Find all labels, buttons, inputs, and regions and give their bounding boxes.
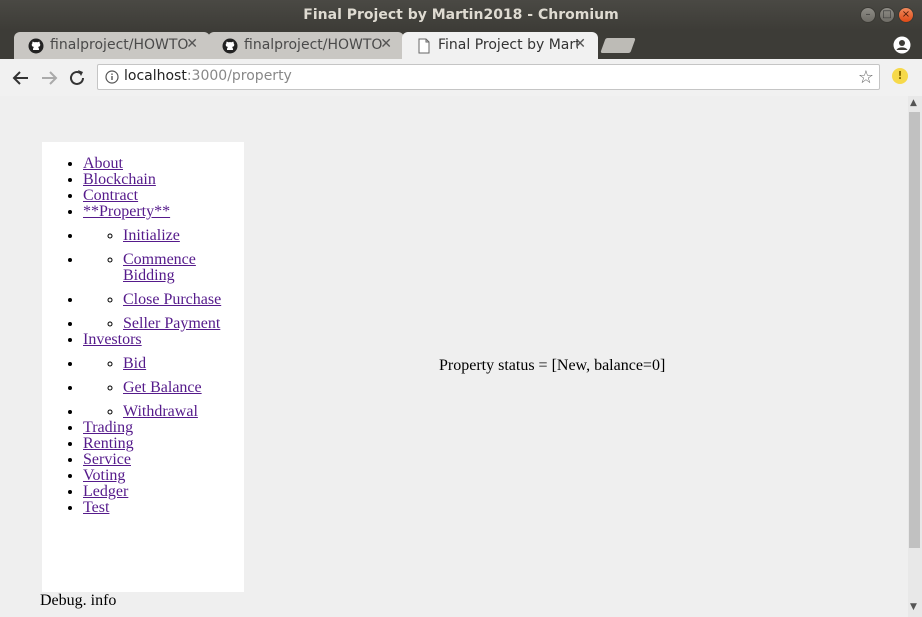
nav-item: **Property** (83, 204, 221, 220)
nav-link-contract[interactable]: Contract (83, 187, 138, 204)
tab-1[interactable]: finalproject/HOWTO ✕ (14, 32, 210, 59)
nav-item-group: Withdrawal (83, 404, 221, 420)
close-window-button[interactable]: × (898, 7, 914, 23)
nav-link-initialize[interactable]: Initialize (123, 227, 180, 244)
nav-item: Service (83, 452, 221, 468)
sub-nav-item: Get Balance (123, 380, 221, 396)
extension-icon[interactable]: ! (892, 68, 908, 84)
maximize-button[interactable]: □ (879, 7, 895, 23)
nav-link-get-balance[interactable]: Get Balance (123, 379, 202, 396)
nav-item: Trading (83, 420, 221, 436)
page-icon (418, 38, 430, 54)
nav-link-close-purchase[interactable]: Close Purchase (123, 291, 221, 308)
nav-list: About Blockchain Contract **Property** I… (42, 156, 221, 516)
window-title: Final Project by Martin2018 - Chromium (303, 7, 619, 23)
forward-arrow-icon[interactable] (38, 67, 60, 89)
nav-item: Investors (83, 332, 221, 348)
nav-link-about[interactable]: About (83, 155, 123, 172)
sub-nav-item: Initialize (123, 228, 221, 244)
nav-link-bid[interactable]: Bid (123, 355, 146, 372)
nav-item-group: Get Balance (83, 380, 221, 396)
nav-item: Ledger (83, 484, 221, 500)
nav-item: About (83, 156, 221, 172)
nav-link-voting[interactable]: Voting (83, 467, 125, 484)
nav-item: Voting (83, 468, 221, 484)
url-host: localhost (124, 68, 187, 84)
browser-toolbar: localhost:3000/property ☆ (0, 59, 922, 97)
github-icon (222, 38, 238, 54)
nav-link-blockchain[interactable]: Blockchain (83, 171, 156, 188)
nav-item: Blockchain (83, 172, 221, 188)
info-icon[interactable] (105, 70, 119, 84)
tab-3-active[interactable]: Final Project by Martin2018 ✕ (402, 32, 598, 59)
vertical-scrollbar[interactable]: ▲ ▼ (908, 96, 922, 617)
tab-1-close-icon[interactable]: ✕ (186, 36, 198, 52)
bookmark-star-icon[interactable]: ☆ (858, 67, 874, 88)
scroll-thumb[interactable] (909, 112, 920, 548)
page-viewport: About Blockchain Contract **Property** I… (0, 96, 908, 617)
nav-link-trading[interactable]: Trading (83, 419, 133, 436)
tab-3-title: Final Project by Martin2018 (438, 37, 578, 53)
tab-1-title: finalproject/HOWTO (50, 37, 189, 53)
nav-item-group: Initialize (83, 228, 221, 244)
debug-info-text: Debug. info (40, 592, 117, 609)
nav-item: Renting (83, 436, 221, 452)
nav-link-commence-bidding[interactable]: Commence Bidding (123, 251, 196, 284)
nav-link-test[interactable]: Test (83, 499, 109, 516)
tab-2[interactable]: finalproject/HOWTO ✕ (208, 32, 404, 59)
nav-link-investors[interactable]: Investors (83, 331, 142, 348)
nav-link-renting[interactable]: Renting (83, 435, 134, 452)
sidebar-nav: About Blockchain Contract **Property** I… (42, 142, 244, 592)
nav-link-seller-payment[interactable]: Seller Payment (123, 315, 220, 332)
profile-icon[interactable] (893, 36, 911, 54)
nav-link-withdrawal[interactable]: Withdrawal (123, 403, 198, 420)
content-panel (262, 351, 762, 601)
nav-link-property[interactable]: **Property** (83, 203, 170, 220)
new-tab-button[interactable] (600, 38, 636, 53)
tab-strip: finalproject/HOWTO ✕ finalproject/HOWTO … (0, 30, 922, 59)
address-bar[interactable]: localhost:3000/property ☆ (97, 64, 880, 90)
sub-nav-item: Commence Bidding (123, 252, 213, 284)
github-icon (28, 38, 44, 54)
sub-nav-item: Close Purchase (123, 292, 221, 308)
back-arrow-icon[interactable] (10, 67, 32, 89)
minimize-button[interactable]: – (860, 7, 876, 23)
nav-item-group: Bid (83, 356, 221, 372)
tab-3-close-icon[interactable]: ✕ (574, 36, 586, 52)
nav-item-group: Seller Payment (83, 316, 221, 332)
nav-item-group: Commence Bidding (83, 252, 221, 284)
scroll-up-arrow-icon[interactable]: ▲ (910, 98, 917, 108)
nav-item: Test (83, 500, 221, 516)
sub-nav-item: Seller Payment (123, 316, 221, 332)
nav-link-ledger[interactable]: Ledger (83, 483, 128, 500)
tab-2-title: finalproject/HOWTO (244, 37, 383, 53)
url-text[interactable]: localhost:3000/property (124, 68, 292, 84)
nav-item: Contract (83, 188, 221, 204)
nav-item-group: Close Purchase (83, 292, 221, 308)
sub-nav-item: Withdrawal (123, 404, 221, 420)
nav-link-service[interactable]: Service (83, 451, 131, 468)
tab-2-close-icon[interactable]: ✕ (380, 36, 392, 52)
window-titlebar: Final Project by Martin2018 - Chromium –… (0, 0, 922, 30)
property-status-text: Property status = [New, balance=0] (439, 357, 666, 374)
scroll-down-arrow-icon[interactable]: ▼ (910, 602, 917, 612)
reload-icon[interactable] (66, 67, 88, 89)
url-path: :3000/property (186, 68, 292, 84)
sub-nav-item: Bid (123, 356, 221, 372)
